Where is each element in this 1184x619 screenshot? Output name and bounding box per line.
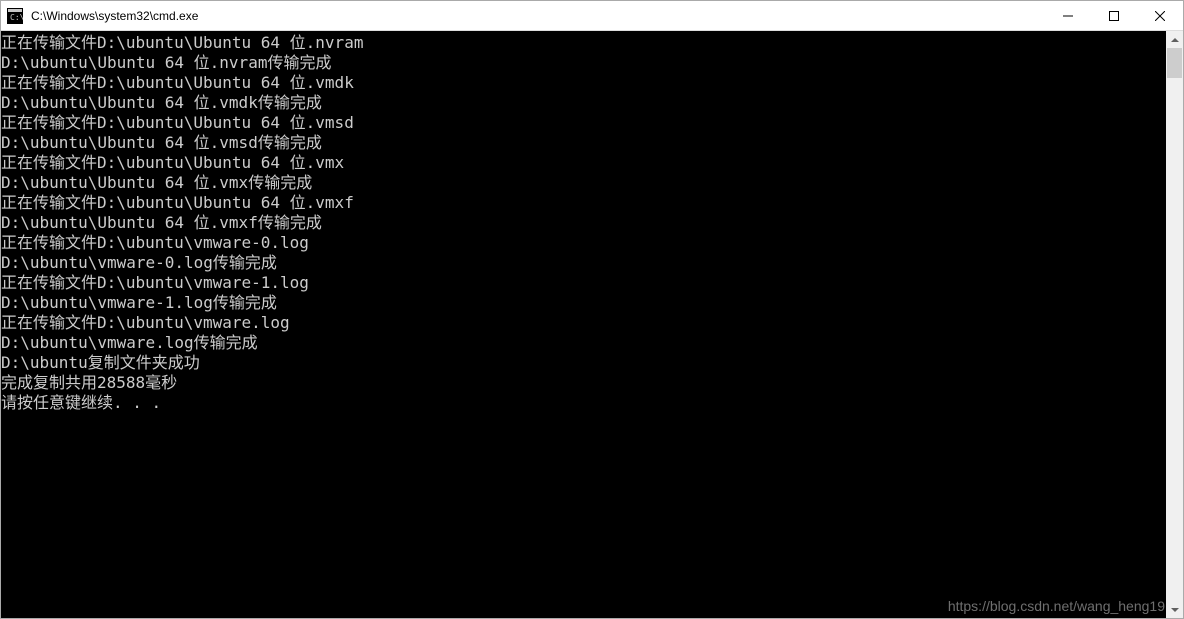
terminal-line: D:\ubuntu\Ubuntu 64 位.nvram传输完成 (1, 53, 1166, 73)
client-area: 正在传输文件D:\ubuntu\Ubuntu 64 位.nvramD:\ubun… (1, 31, 1183, 618)
terminal-line: 正在传输文件D:\ubuntu\Ubuntu 64 位.vmx (1, 153, 1166, 173)
terminal-output[interactable]: 正在传输文件D:\ubuntu\Ubuntu 64 位.nvramD:\ubun… (1, 31, 1166, 618)
terminal-line: D:\ubuntu复制文件夹成功 (1, 353, 1166, 373)
minimize-button[interactable] (1045, 1, 1091, 30)
window-controls (1045, 1, 1183, 30)
terminal-line: 正在传输文件D:\ubuntu\vmware-0.log (1, 233, 1166, 253)
terminal-line: D:\ubuntu\vmware-1.log传输完成 (1, 293, 1166, 313)
maximize-button[interactable] (1091, 1, 1137, 30)
titlebar[interactable]: C:\ C:\Windows\system32\cmd.exe (1, 1, 1183, 31)
terminal-line: 请按任意键继续. . . (1, 393, 1166, 413)
scroll-up-button[interactable] (1166, 31, 1183, 48)
window-title: C:\Windows\system32\cmd.exe (29, 9, 1045, 23)
terminal-line: 正在传输文件D:\ubuntu\vmware.log (1, 313, 1166, 333)
terminal-line: 正在传输文件D:\ubuntu\Ubuntu 64 位.vmxf (1, 193, 1166, 213)
svg-text:C:\: C:\ (10, 13, 23, 22)
terminal-line: D:\ubuntu\Ubuntu 64 位.vmx传输完成 (1, 173, 1166, 193)
terminal-line: 完成复制共用28588毫秒 (1, 373, 1166, 393)
terminal-line: 正在传输文件D:\ubuntu\vmware-1.log (1, 273, 1166, 293)
terminal-line: D:\ubuntu\Ubuntu 64 位.vmdk传输完成 (1, 93, 1166, 113)
close-button[interactable] (1137, 1, 1183, 30)
scrollbar-thumb[interactable] (1167, 48, 1182, 78)
terminal-line: D:\ubuntu\Ubuntu 64 位.vmsd传输完成 (1, 133, 1166, 153)
terminal-line: D:\ubuntu\vmware.log传输完成 (1, 333, 1166, 353)
terminal-line: D:\ubuntu\vmware-0.log传输完成 (1, 253, 1166, 273)
cmd-icon: C:\ (7, 8, 23, 24)
scroll-down-button[interactable] (1166, 601, 1183, 618)
terminal-line: 正在传输文件D:\ubuntu\Ubuntu 64 位.vmsd (1, 113, 1166, 133)
cmd-window: C:\ C:\Windows\system32\cmd.exe 正在传输文件D:… (0, 0, 1184, 619)
terminal-line: 正在传输文件D:\ubuntu\Ubuntu 64 位.vmdk (1, 73, 1166, 93)
terminal-line: D:\ubuntu\Ubuntu 64 位.vmxf传输完成 (1, 213, 1166, 233)
vertical-scrollbar[interactable] (1166, 31, 1183, 618)
terminal-line: 正在传输文件D:\ubuntu\Ubuntu 64 位.nvram (1, 33, 1166, 53)
